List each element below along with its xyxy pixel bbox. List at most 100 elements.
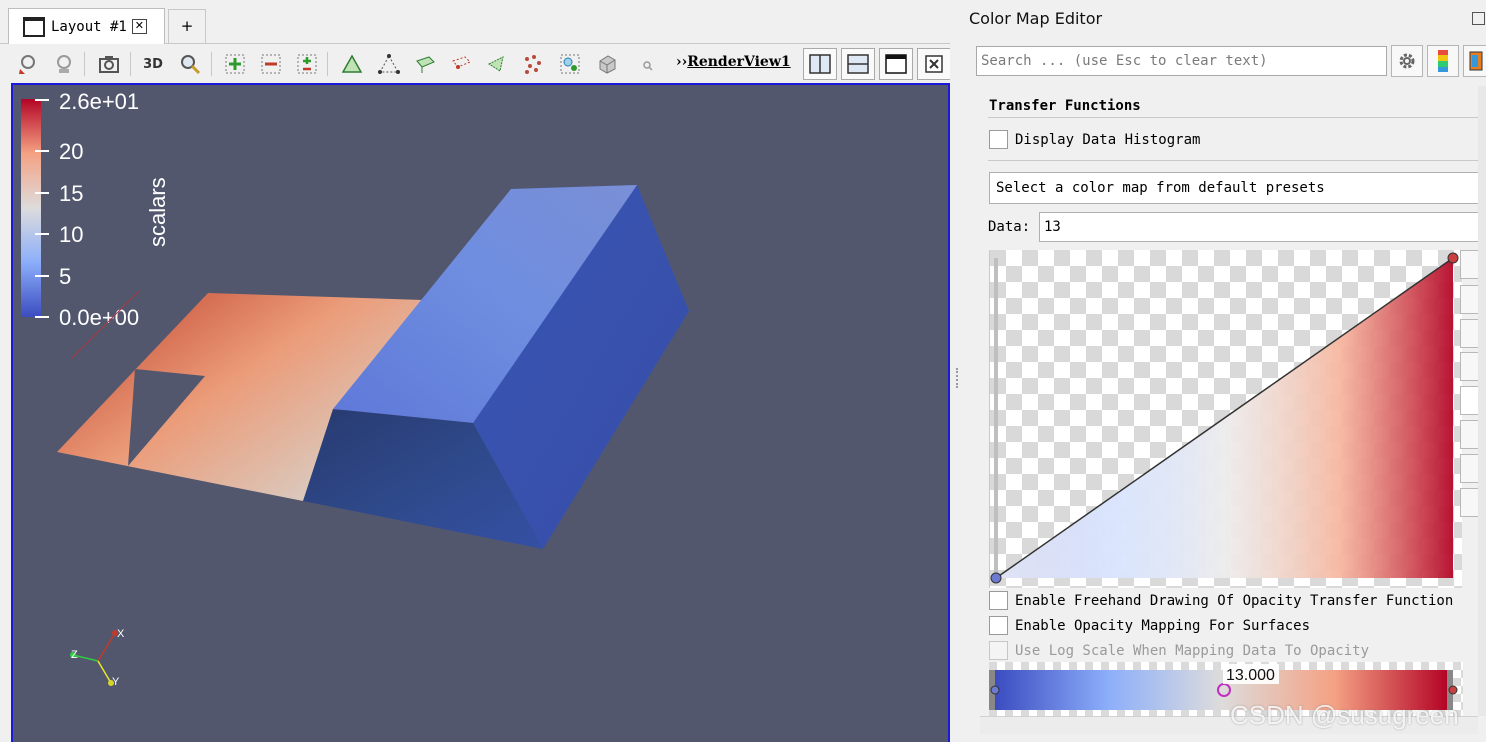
rescale-temporal-button[interactable] (1460, 352, 1480, 381)
render-view-name[interactable]: ››RenderView1 (676, 54, 791, 70)
invert-button[interactable] (1460, 386, 1480, 415)
frustum-points-icon (452, 56, 471, 69)
rescale-visible-button[interactable] (1460, 319, 1480, 348)
freehand-label: Enable Freehand Drawing Of Opacity Trans… (1015, 592, 1454, 609)
colorbar-tick-label: 2.6e+01 (59, 89, 139, 114)
colormap-icon (1438, 50, 1448, 72)
scatter-points-icon (525, 55, 541, 74)
add-layout-tab-button[interactable]: + (168, 9, 206, 43)
window-icon (23, 16, 45, 37)
colorbar-tick-label: 5 (59, 264, 71, 289)
camera-undo-icon (57, 55, 71, 73)
opacity-surfaces-row[interactable]: Enable Opacity Mapping For Surfaces (989, 616, 1310, 635)
layout-tab-label: Layout #1 (51, 18, 127, 35)
select-points-on-button[interactable] (258, 51, 284, 77)
color-map-editor-panel: Color Map Editor Search ... (use Esc to … (964, 0, 1486, 742)
select-polygon-cells-button[interactable] (484, 51, 510, 77)
color-palette-button[interactable] (1427, 45, 1459, 77)
layout-tab[interactable]: Layout #1 ✕ (8, 8, 165, 44)
colorbar-tick-label: 20 (59, 139, 83, 164)
watermark: CSDN @susugreen (1230, 700, 1459, 730)
opacity-control-point[interactable] (1447, 252, 1459, 264)
choose-preset-button[interactable] (1460, 420, 1480, 449)
orientation-axes: X Z Y (70, 628, 125, 688)
cube-icon (599, 55, 616, 74)
select-blocks-button[interactable] (520, 51, 546, 77)
preset-select[interactable]: Select a color map from default presets (989, 172, 1481, 204)
interactive-select-icon (560, 54, 580, 74)
split-vertical-icon (847, 54, 869, 74)
colorbar-gradient (21, 99, 41, 317)
split-horizontal-button[interactable] (803, 48, 837, 80)
add-selection-icon (225, 54, 245, 74)
scene: 2.6e+01 20 15 10 5 0.0e+00 scalars X Z Y (21, 89, 689, 688)
split-vertical-button[interactable] (841, 48, 875, 80)
reset-camera-icon (19, 55, 35, 74)
color-legend-button[interactable] (1463, 45, 1486, 77)
small-magnifier-icon (643, 61, 653, 71)
rescale-range-button[interactable] (1460, 250, 1480, 279)
display-histogram-label: Display Data Histogram (1015, 131, 1201, 148)
select-cells-on-button[interactable] (222, 51, 248, 77)
undock-panel-icon[interactable] (1472, 12, 1485, 25)
render-view-canvas[interactable]: 2.6e+01 20 15 10 5 0.0e+00 scalars X Z Y (11, 83, 950, 742)
advanced-settings-button[interactable] (1391, 45, 1423, 77)
toggle-selection-icon (297, 54, 317, 74)
magnifier-icon (181, 55, 201, 75)
opacity-function-editor[interactable] (989, 250, 1462, 588)
close-tab-icon[interactable]: ✕ (131, 19, 147, 34)
points-select-icon (378, 54, 400, 74)
toggle-3d-button[interactable]: 3D (140, 51, 166, 77)
select-cells-frustum-button[interactable] (412, 51, 438, 77)
axis-x-label: X (117, 628, 125, 640)
undo-camera-button[interactable] (51, 51, 77, 77)
select-points-frustum-button[interactable] (448, 51, 474, 77)
opacity-control-point[interactable] (990, 572, 1002, 584)
ctf-value-label: 13.000 (1226, 667, 1275, 684)
freehand-row[interactable]: Enable Freehand Drawing Of Opacity Trans… (989, 591, 1453, 610)
log-scale-label: Use Log Scale When Mapping Data To Opaci… (1015, 642, 1370, 659)
colorbar-tick-label: 10 (59, 222, 83, 247)
section-title: Transfer Functions (989, 98, 1141, 114)
rescale-custom-button[interactable] (1460, 285, 1480, 314)
render-view-title: RenderView1 (687, 54, 791, 70)
colorbar-title: scalars (145, 177, 170, 247)
opacity-surfaces-checkbox[interactable] (989, 616, 1008, 635)
axis-z-label: Z (71, 649, 78, 661)
triangle-select-icon (341, 54, 363, 73)
zoom-to-data-button[interactable] (177, 51, 203, 77)
clear-selection-button[interactable] (635, 51, 661, 77)
toggle-selection-button[interactable] (294, 51, 320, 77)
maximize-icon (885, 54, 907, 74)
color-control-point[interactable] (990, 685, 1000, 695)
maximize-view-button[interactable] (879, 48, 913, 80)
opacity-surfaces-label: Enable Opacity Mapping For Surfaces (1015, 617, 1311, 634)
vertical-scrollbar[interactable] (1478, 86, 1486, 716)
split-horizontal-icon (809, 54, 831, 74)
select-cells-button[interactable] (339, 51, 365, 77)
histogram-button[interactable] (1460, 488, 1480, 517)
data-label: Data: (988, 219, 1031, 235)
display-histogram-checkbox[interactable] (989, 130, 1008, 149)
panel-splitter[interactable] (950, 0, 964, 742)
color-control-point[interactable] (1448, 685, 1458, 695)
search-input[interactable]: Search ... (use Esc to clear text) (976, 46, 1387, 76)
select-points-button[interactable] (376, 51, 402, 77)
colorbar-tick-label: 15 (59, 181, 83, 206)
reset-camera-button[interactable] (15, 51, 41, 77)
axis-y-label: Y (112, 676, 120, 688)
legend-icon (1469, 51, 1483, 71)
remove-selection-icon (261, 54, 281, 74)
hover-points-button[interactable] (594, 51, 620, 77)
panel-title: Color Map Editor (969, 9, 1103, 28)
log-scale-checkbox (989, 641, 1008, 660)
save-preset-button[interactable] (1460, 454, 1480, 483)
freehand-checkbox[interactable] (989, 591, 1008, 610)
data-value-input[interactable]: 13 (1039, 212, 1481, 242)
capture-screenshot-button[interactable] (96, 51, 122, 77)
close-view-button[interactable] (917, 48, 951, 80)
interactive-select-button[interactable] (557, 51, 583, 77)
display-histogram-row[interactable]: Display Data Histogram (989, 130, 1200, 149)
opacity-editor-tools (1460, 250, 1480, 590)
polygon-select-icon (487, 56, 504, 72)
